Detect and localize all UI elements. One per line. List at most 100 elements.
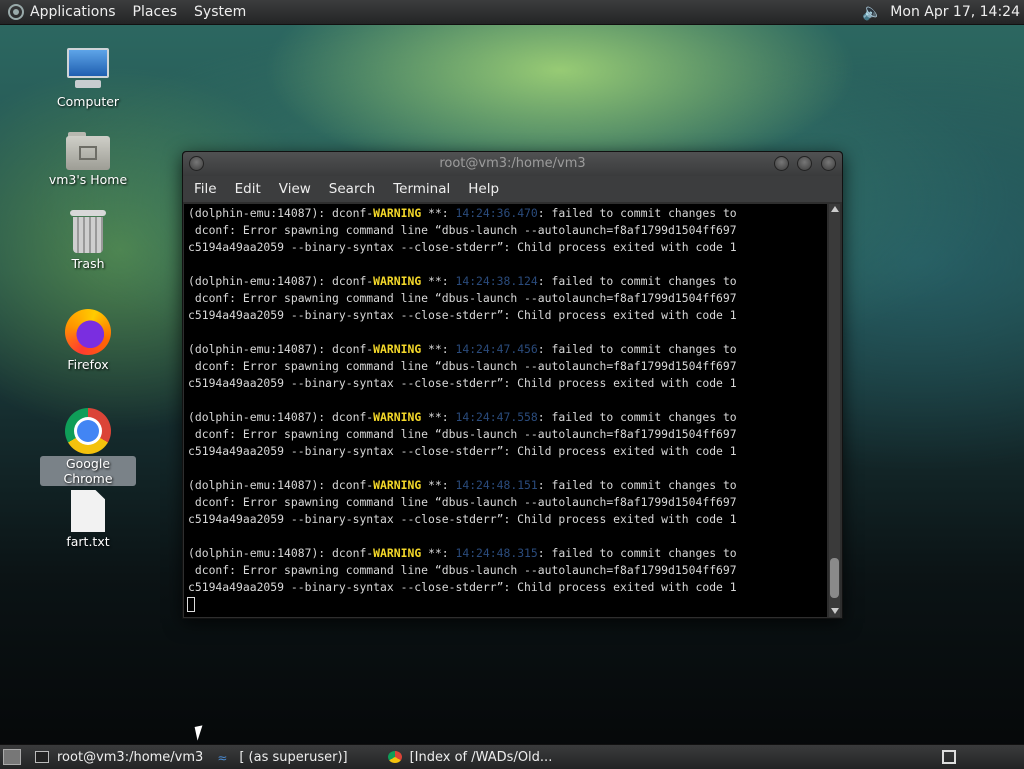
firefox-icon [65,309,111,355]
line-sep: **: [421,274,456,288]
timestamp: 14:24:48.151 [455,478,538,492]
terminal-line: (dolphin-emu:14087): dconf-WARNING **: 1… [188,409,737,426]
menu-search[interactable]: Search [329,181,375,197]
menu-file[interactable]: File [194,181,217,197]
line-sep: **: [421,478,456,492]
scroll-down-icon[interactable] [831,608,839,614]
terminal-line: (dolphin-emu:14087): dconf-WARNING **: 1… [188,341,737,358]
timestamp: 14:24:47.456 [455,342,538,356]
line-sep: **: [421,410,456,424]
menu-terminal[interactable]: Terminal [393,181,450,197]
scroll-up-icon[interactable] [831,206,839,212]
terminal-scrollbar[interactable] [829,204,840,617]
menu-edit[interactable]: Edit [235,181,261,197]
timestamp: 14:24:38.124 [455,274,538,288]
menu-view[interactable]: View [279,181,311,197]
scrollbar-thumb[interactable] [830,558,839,598]
line-prefix: (dolphin-emu:14087): dconf- [188,546,374,560]
warning-label: WARNING [373,274,422,288]
terminal-line: (dolphin-emu:14087): dconf-WARNING **: 1… [188,205,737,222]
chrome-icon [387,751,402,763]
terminal-window[interactable]: root@vm3:/home/vm3 File Edit View Search… [182,151,843,619]
bottom-panel: root@vm3:/home/vm3 ≈ [ (as superuser)] [… [0,744,1024,769]
line-suffix: : failed to commit changes to [537,206,737,220]
taskbar-item-chrome[interactable]: [Index of /WADs/Old... [387,746,553,768]
terminal-line: dconf: Error spawning command line “dbus… [188,563,737,577]
panel-tray: 🔈 Mon Apr 17, 14:24 [862,2,1024,22]
desktop-icon-chrome[interactable]: Google Chrome [40,408,136,487]
line-prefix: (dolphin-emu:14087): dconf- [188,410,374,424]
line-suffix: : failed to commit changes to [537,478,737,492]
taskbar-item-label: [ (as superuser)] [239,749,348,765]
app-icon: ≈ [217,751,228,765]
terminal-menubar: File Edit View Search Terminal Help [183,176,842,202]
line-sep: **: [421,342,456,356]
line-suffix: : failed to commit changes to [537,410,737,424]
top-panel: Applications Places System 🔈 Mon Apr 17,… [0,0,1024,25]
desktop-icon-label: vm3's Home [48,172,128,187]
desktop-icon-trash[interactable]: Trash [40,210,136,272]
menu-places[interactable]: Places [133,4,178,20]
warning-label: WARNING [373,410,422,424]
volume-icon[interactable]: 🔈 [862,2,882,22]
workspace-switcher[interactable] [942,750,956,764]
terminal-output[interactable]: (dolphin-emu:14087): dconf-WARNING **: 1… [184,204,827,617]
desktop-icon-fart-txt[interactable]: fart.txt [40,490,136,550]
desktop-icon-label: fart.txt [66,534,110,549]
mouse-pointer-icon [194,725,206,741]
window-titlebar[interactable]: root@vm3:/home/vm3 [183,152,842,176]
warning-label: WARNING [373,546,422,560]
window-title: root@vm3:/home/vm3 [439,156,586,171]
line-suffix: : failed to commit changes to [537,274,737,288]
desktop-icon-home[interactable]: vm3's Home [40,130,136,188]
text-file-icon [71,490,105,532]
terminal-line: (dolphin-emu:14087): dconf-WARNING **: 1… [188,273,737,290]
line-sep: **: [421,546,456,560]
line-prefix: (dolphin-emu:14087): dconf- [188,206,374,220]
desktop-icon-label: Google Chrome [40,456,136,486]
computer-icon [65,46,111,92]
minimize-icon[interactable] [774,156,789,171]
taskbar-item-label: [Index of /WADs/Old... [409,749,553,765]
warning-label: WARNING [373,478,422,492]
timestamp: 14:24:36.470 [455,206,538,220]
desktop-icon-firefox[interactable]: Firefox [40,309,136,373]
taskbar-item-terminal[interactable]: root@vm3:/home/vm3 [35,746,203,768]
warning-label: WARNING [373,206,422,220]
terminal-line: dconf: Error spawning command line “dbus… [188,495,737,509]
terminal-line: dconf: Error spawning command line “dbus… [188,359,737,373]
chrome-icon [65,408,111,454]
terminal-line: (dolphin-emu:14087): dconf-WARNING **: 1… [188,477,737,494]
terminal-line: c5194a49aa2059 --binary-syntax --close-s… [188,376,737,390]
terminal-line: dconf: Error spawning command line “dbus… [188,427,737,441]
line-prefix: (dolphin-emu:14087): dconf- [188,478,374,492]
line-prefix: (dolphin-emu:14087): dconf- [188,274,374,288]
desktop-icon-computer[interactable]: Computer [40,46,136,110]
desktop-icon-label: Trash [71,256,105,271]
line-prefix: (dolphin-emu:14087): dconf- [188,342,374,356]
line-sep: **: [421,206,456,220]
menu-system[interactable]: System [194,4,246,20]
terminal-icon [35,751,49,763]
timestamp: 14:24:47.558 [455,410,538,424]
clock[interactable]: Mon Apr 17, 14:24 [890,4,1020,20]
desktop-icon-label: Firefox [67,357,109,372]
close-icon[interactable] [821,156,836,171]
menu-help[interactable]: Help [468,181,499,197]
terminal-line: c5194a49aa2059 --binary-syntax --close-s… [188,512,737,526]
taskbar-item-superuser[interactable]: ≈ [ (as superuser)] [217,746,347,768]
taskbar-item-label: root@vm3:/home/vm3 [57,749,204,765]
terminal-line: c5194a49aa2059 --binary-syntax --close-s… [188,240,737,254]
home-folder-icon [66,130,110,170]
menu-applications[interactable]: Applications [30,4,116,20]
terminal-line: (dolphin-emu:14087): dconf-WARNING **: 1… [188,545,737,562]
terminal-line: c5194a49aa2059 --binary-syntax --close-s… [188,308,737,322]
terminal-line: c5194a49aa2059 --binary-syntax --close-s… [188,444,737,458]
warning-label: WARNING [373,342,422,356]
desktop-icon-label: Computer [56,94,120,109]
terminal-line: c5194a49aa2059 --binary-syntax --close-s… [188,580,737,594]
distro-logo-icon[interactable] [8,4,24,20]
terminal-line: dconf: Error spawning command line “dbus… [188,223,737,237]
show-desktop-icon[interactable] [3,749,21,765]
maximize-icon[interactable] [797,156,812,171]
